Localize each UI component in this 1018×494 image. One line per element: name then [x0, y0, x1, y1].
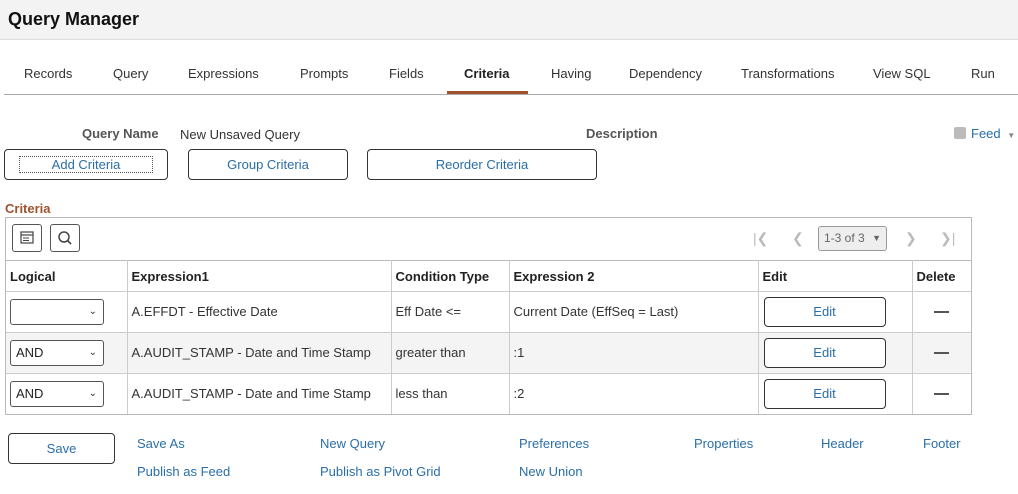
tab-expressions[interactable]: Expressions	[188, 66, 259, 81]
table-row: AND ⌄ A.AUDIT_STAMP - Date and Time Stamp…	[6, 332, 971, 374]
logical-value: AND	[16, 345, 44, 360]
feed-menu[interactable]: Feed ▼	[954, 126, 1015, 141]
logical-select[interactable]: ⌄	[10, 299, 104, 325]
publish-as-feed-link[interactable]: Publish as Feed	[137, 464, 230, 479]
tab-run[interactable]: Run	[971, 66, 995, 81]
edit-button[interactable]: Edit	[763, 379, 886, 409]
new-query-link[interactable]: New Query	[320, 436, 385, 451]
find-in-grid-button[interactable]	[50, 224, 80, 252]
previous-page-icon[interactable]: ❮	[792, 230, 804, 247]
tab-criteria[interactable]: Criteria	[464, 66, 510, 81]
tab-records[interactable]: Records	[24, 66, 72, 81]
personalize-grid-button[interactable]	[12, 224, 42, 252]
expression2-cell: :2	[509, 373, 759, 414]
edit-button[interactable]: Edit	[763, 338, 886, 368]
page-range-value: 1-3 of 3	[824, 231, 865, 245]
column-header-delete: Delete	[912, 260, 971, 292]
properties-link[interactable]: Properties	[694, 436, 753, 451]
search-icon	[58, 231, 72, 245]
app-title: Query Manager	[8, 9, 140, 29]
delete-row-icon[interactable]	[934, 311, 950, 313]
description-label: Description	[586, 126, 658, 141]
save-button[interactable]: Save	[8, 433, 115, 464]
expression1-cell: A.AUDIT_STAMP - Date and Time Stamp	[127, 332, 392, 374]
tab-bar: Records Query Expressions Prompts Fields…	[4, 55, 1018, 95]
tab-prompts[interactable]: Prompts	[300, 66, 348, 81]
expression1-cell: A.AUDIT_STAMP - Date and Time Stamp	[127, 373, 392, 414]
save-as-link[interactable]: Save As	[137, 436, 185, 451]
chevron-down-icon: ▼	[872, 233, 881, 243]
tab-having[interactable]: Having	[551, 66, 591, 81]
expression2-cell: :1	[509, 332, 759, 374]
expression2-cell: Current Date (EffSeq = Last)	[509, 291, 759, 333]
query-name-value: New Unsaved Query	[180, 127, 300, 142]
logical-select[interactable]: AND ⌄	[10, 340, 104, 366]
expression1-cell: A.EFFDT - Effective Date	[127, 291, 392, 333]
table-row: AND ⌄ A.AUDIT_STAMP - Date and Time Stamp…	[6, 373, 971, 414]
new-union-link[interactable]: New Union	[519, 464, 583, 479]
chevron-down-icon: ▼	[1007, 131, 1016, 140]
condition-cell: greater than	[391, 332, 510, 374]
chevron-down-icon: ⌄	[88, 347, 97, 358]
condition-cell: less than	[391, 373, 510, 414]
column-header-expression2: Expression 2	[509, 260, 759, 292]
title-bar: Query Manager	[0, 0, 1018, 40]
preferences-link[interactable]: Preferences	[519, 436, 589, 451]
tab-query[interactable]: Query	[113, 66, 148, 81]
tab-transformations[interactable]: Transformations	[741, 66, 834, 81]
edit-button[interactable]: Edit	[763, 297, 886, 327]
column-header-condition-type: Condition Type	[391, 260, 510, 292]
next-page-icon[interactable]: ❯	[905, 230, 917, 247]
reorder-criteria-button[interactable]: Reorder Criteria	[367, 149, 597, 180]
criteria-section-title: Criteria	[5, 201, 51, 216]
column-header-edit: Edit	[758, 260, 913, 292]
last-page-icon[interactable]: ❯|	[940, 230, 955, 247]
first-page-icon[interactable]: |❮	[753, 230, 768, 247]
logical-value: AND	[16, 386, 44, 401]
header-link[interactable]: Header	[821, 436, 864, 451]
tab-view-sql[interactable]: View SQL	[873, 66, 931, 81]
criteria-grid: |❮ ❮ 1-3 of 3 ▼ ❯ ❯| Logical Expression1…	[5, 217, 972, 415]
focus-outline	[19, 156, 153, 173]
chevron-down-icon: ⌄	[88, 306, 97, 317]
query-name-label: Query Name	[82, 126, 159, 141]
criteria-table: Logical Expression1 Condition Type Expre…	[6, 260, 971, 414]
page-range-select[interactable]: 1-3 of 3 ▼	[818, 226, 887, 251]
feed-label: Feed	[971, 126, 1001, 141]
add-criteria-button[interactable]: Add Criteria	[4, 149, 168, 180]
delete-row-icon[interactable]	[934, 393, 950, 395]
publish-as-pivot-grid-link[interactable]: Publish as Pivot Grid	[320, 464, 441, 479]
tab-fields[interactable]: Fields	[389, 66, 424, 81]
tab-dependency[interactable]: Dependency	[629, 66, 702, 81]
footer-link[interactable]: Footer	[923, 436, 961, 451]
chevron-down-icon: ⌄	[88, 388, 97, 399]
column-header-logical: Logical	[6, 260, 128, 292]
table-row: ⌄ A.EFFDT - Effective Date Eff Date <= C…	[6, 291, 971, 333]
group-criteria-button[interactable]: Group Criteria	[188, 149, 348, 180]
condition-cell: Eff Date <=	[391, 291, 510, 333]
column-header-expression1: Expression1	[127, 260, 392, 292]
active-tab-indicator	[447, 91, 528, 94]
grid-settings-icon	[20, 231, 34, 244]
rss-feed-icon	[954, 127, 966, 139]
logical-select[interactable]: AND ⌄	[10, 381, 104, 407]
delete-row-icon[interactable]	[934, 352, 950, 354]
